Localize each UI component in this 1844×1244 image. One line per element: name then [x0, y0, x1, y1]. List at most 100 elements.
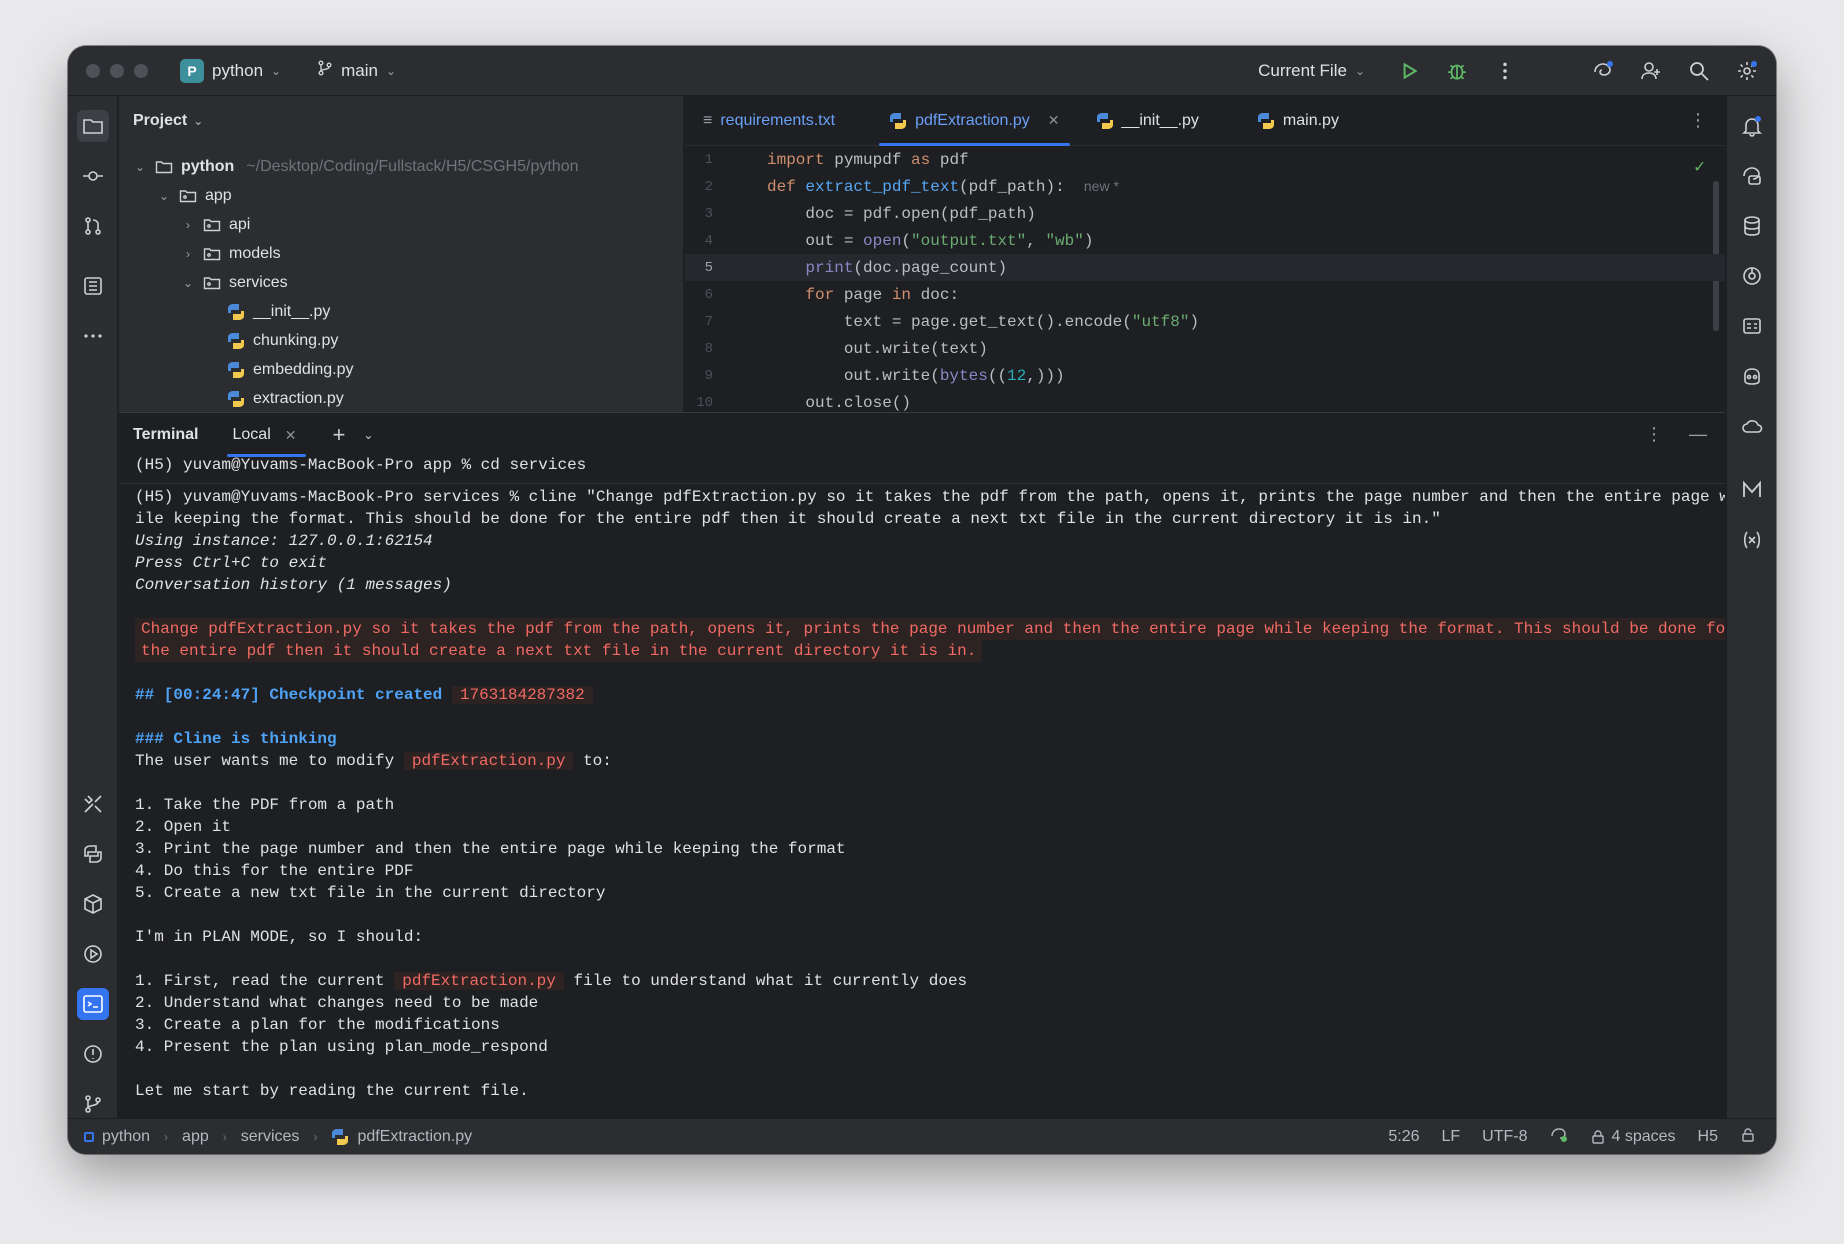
code-line: 3 doc = pdf.open(pdf_path): [685, 200, 1725, 227]
chevron-down-icon[interactable]: ⌄: [133, 160, 147, 174]
tab-pdfextraction[interactable]: pdfExtraction.py ✕: [871, 96, 1077, 146]
tab-label: __init__.py: [1121, 111, 1199, 129]
line-number: 2: [704, 178, 713, 195]
git-branch-icon: [317, 60, 333, 81]
sciview-icon[interactable]: [1736, 310, 1768, 342]
tree-item-embedding[interactable]: embedding.py: [227, 355, 354, 384]
inlay-hint[interactable]: new *: [1084, 178, 1119, 194]
tree-item-chunking[interactable]: chunking.py: [227, 326, 338, 355]
tab-label: pdfExtraction.py: [915, 111, 1030, 129]
line-separator[interactable]: LF: [1442, 1128, 1461, 1146]
breadcrumb-item[interactable]: app: [182, 1128, 209, 1146]
minimize-window-button[interactable]: [110, 63, 124, 78]
services-run-icon[interactable]: [77, 938, 109, 970]
terminal-icon[interactable]: [77, 988, 109, 1020]
tree-item-init[interactable]: __init__.py: [227, 297, 330, 326]
pull-requests-icon[interactable]: [77, 210, 109, 242]
more-options-icon[interactable]: ⋮: [1645, 424, 1663, 445]
variables-icon[interactable]: [1736, 524, 1768, 556]
coverage-icon[interactable]: [1736, 260, 1768, 292]
chevron-down-icon[interactable]: ⌄: [181, 276, 195, 290]
indent-setting[interactable]: 4 spaces: [1590, 1128, 1676, 1146]
line-number: 10: [696, 394, 713, 411]
more-tools-icon[interactable]: [77, 320, 109, 352]
branch-selector[interactable]: main ⌄: [317, 60, 396, 81]
terminal-line: The user wants me to modify pdfExtractio…: [135, 750, 612, 772]
close-tab-icon[interactable]: ✕: [1048, 112, 1060, 129]
terminal-output[interactable]: (H5) yuvam@Yuvams-MacBook-Pro app % cd s…: [119, 456, 1725, 1118]
read-only-lock-icon[interactable]: [1740, 1127, 1756, 1148]
run-configuration-label: Current File: [1258, 60, 1347, 80]
notifications-bell-icon[interactable]: [1736, 110, 1768, 142]
zoom-window-button[interactable]: [134, 63, 148, 78]
caret-position[interactable]: 5:26: [1388, 1128, 1419, 1146]
problems-icon[interactable]: [77, 1038, 109, 1070]
tree-item-api[interactable]: › api: [181, 210, 250, 239]
terminal-line: I'm in PLAN MODE, so I should:: [135, 928, 424, 946]
text-segment: file to understand what it currently doe…: [563, 972, 968, 990]
tree-item-models[interactable]: › models: [181, 239, 281, 268]
copilot-icon[interactable]: [1736, 360, 1768, 392]
close-tab-icon[interactable]: ✕: [285, 427, 297, 444]
tab-label: requirements.txt: [720, 111, 836, 129]
chevron-right-icon[interactable]: ›: [181, 218, 195, 232]
code-text: out.write(bytes((12,))): [767, 366, 1065, 385]
search-icon[interactable]: [1684, 56, 1714, 86]
chevron-down-icon[interactable]: ⌄: [363, 428, 373, 442]
terminal-line: ile keeping the format. This should be d…: [135, 510, 1441, 528]
terminal-line: (H5) yuvam@Yuvams-MacBook-Pro app % cd s…: [135, 456, 587, 474]
breadcrumb-item[interactable]: python: [102, 1128, 150, 1146]
ai-status-icon[interactable]: [1550, 1126, 1568, 1149]
breadcrumb-item[interactable]: pdfExtraction.py: [357, 1128, 472, 1146]
markdown-icon[interactable]: [1736, 474, 1768, 506]
services-tools-icon[interactable]: [77, 788, 109, 820]
more-tabs-icon[interactable]: ⋮: [1689, 110, 1707, 131]
list-item: 1. Take the PDF from a path: [135, 796, 395, 814]
run-icon[interactable]: [1394, 56, 1424, 86]
project-panel-header[interactable]: Project ⌄: [119, 96, 683, 146]
tab-init[interactable]: __init__.py: [1078, 96, 1217, 146]
close-window-button[interactable]: [86, 63, 100, 78]
project-folder-icon[interactable]: [77, 110, 109, 142]
tab-requirements[interactable]: ≡ requirements.txt: [685, 96, 853, 146]
git-icon[interactable]: [77, 1088, 109, 1120]
debug-icon[interactable]: [1442, 56, 1472, 86]
breadcrumb-item[interactable]: services: [241, 1128, 300, 1146]
tree-item-app[interactable]: ⌄ app: [157, 181, 232, 210]
more-actions-icon[interactable]: [1490, 56, 1520, 86]
tree-item-extraction[interactable]: extraction.py: [227, 384, 344, 412]
chevron-down-icon[interactable]: ⌄: [157, 189, 171, 203]
python-interpreter[interactable]: H5: [1698, 1128, 1718, 1146]
new-terminal-plus-icon[interactable]: +: [332, 422, 345, 448]
chevron-right-icon[interactable]: ›: [181, 247, 195, 261]
structure-icon[interactable]: [77, 270, 109, 302]
run-configuration-selector[interactable]: Current File ⌄: [1258, 61, 1365, 81]
add-user-icon[interactable]: [1636, 56, 1666, 86]
tree-item-root[interactable]: ⌄ python ~/Desktop/Coding/Fullstack/H5/C…: [133, 152, 579, 181]
ai-assistant-icon[interactable]: [1588, 56, 1618, 86]
code-text: for page in doc:: [805, 285, 960, 304]
minimize-panel-icon[interactable]: —: [1689, 424, 1707, 445]
line-number: 9: [704, 367, 713, 384]
tree-item-label: api: [229, 215, 251, 233]
tree-item-label: extraction.py: [253, 389, 344, 407]
project-selector[interactable]: P python ⌄: [180, 58, 281, 83]
code-line: 1 import pymupdf as pdf: [685, 146, 1725, 173]
window-controls: [86, 63, 148, 78]
tab-main[interactable]: main.py: [1239, 96, 1357, 146]
ai-chat-icon[interactable]: [1736, 160, 1768, 192]
settings-gear-icon[interactable]: [1732, 56, 1762, 86]
terminal-line: Using instance: 127.0.0.1:62154: [135, 532, 433, 550]
python-packages-icon[interactable]: [77, 888, 109, 920]
commit-icon[interactable]: [77, 160, 109, 192]
python-console-icon[interactable]: [77, 838, 109, 870]
checkpoint-heading: ## [00:24:47] Checkpoint created: [135, 686, 443, 704]
cloud-icon[interactable]: [1736, 410, 1768, 442]
database-icon[interactable]: [1736, 210, 1768, 242]
file-reference: pdfExtraction.py: [403, 752, 574, 770]
code-area[interactable]: ✓ 1 import pymupdf as pdf 2 def extract_…: [685, 146, 1725, 412]
tree-item-services[interactable]: ⌄ services: [181, 268, 288, 297]
terminal-tab-local[interactable]: Local ✕: [226, 413, 307, 457]
file-encoding[interactable]: UTF-8: [1482, 1128, 1527, 1146]
text-segment: The user wants me to modify: [135, 752, 404, 770]
